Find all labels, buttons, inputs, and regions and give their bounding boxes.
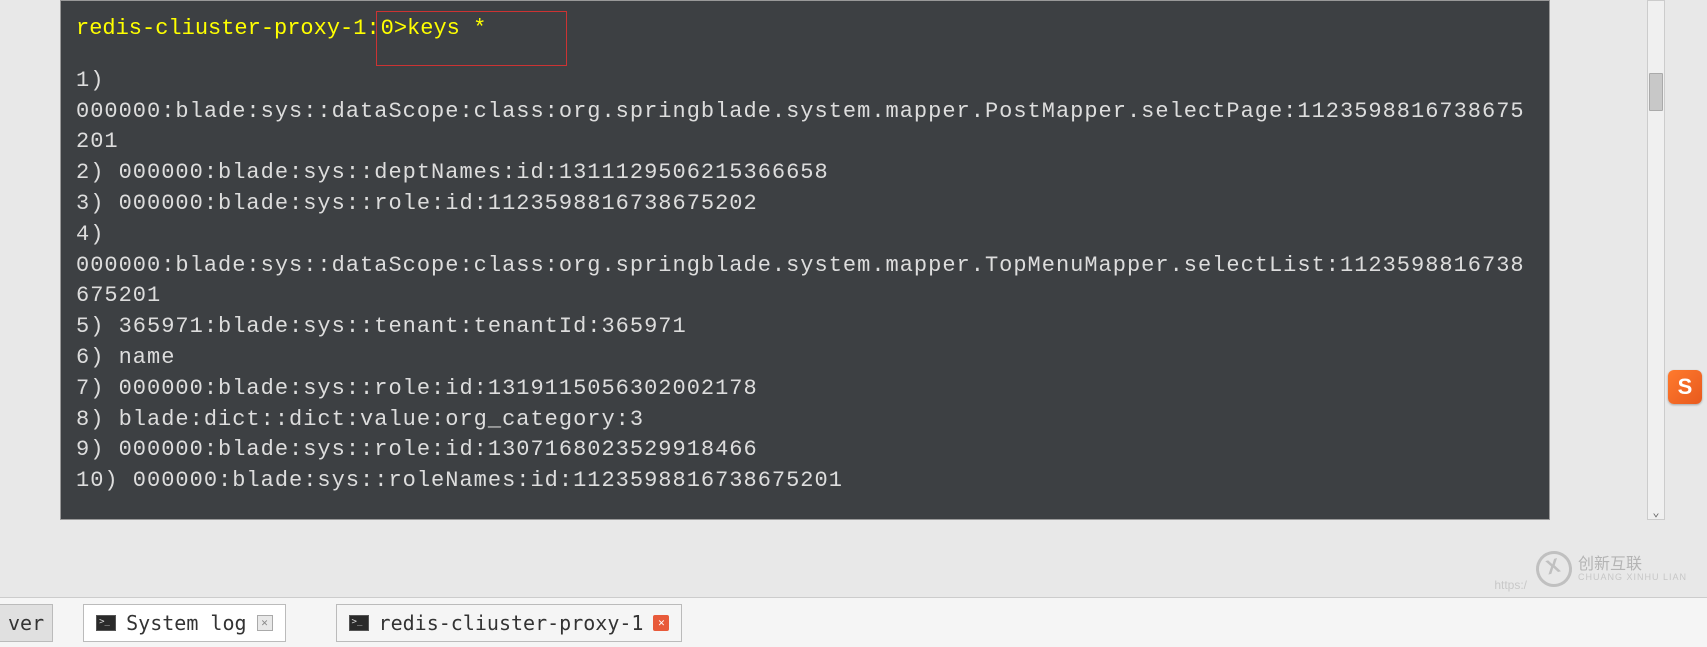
terminal-output-line: 000000:blade:sys::dataScope:class:org.sp… xyxy=(76,97,1534,159)
terminal-output-line: 8) blade:dict::dict:value:org_category:3 xyxy=(76,405,1534,436)
terminal-output-line: 5) 365971:blade:sys::tenant:tenantId:365… xyxy=(76,312,1534,343)
close-icon[interactable]: ✕ xyxy=(257,615,273,631)
terminal-output-line: 3) 000000:blade:sys::role:id:11235988167… xyxy=(76,189,1534,220)
terminal-output-line: 6) name xyxy=(76,343,1534,374)
terminal-output-line: 1) xyxy=(76,66,1534,97)
terminal-prompt-line: redis-cliuster-proxy-1:0>keys * xyxy=(76,11,1534,66)
terminal-output-line: 9) 000000:blade:sys::role:id:13071680235… xyxy=(76,435,1534,466)
terminal-output-line: 4) xyxy=(76,220,1534,251)
scrollbar-thumb[interactable] xyxy=(1649,73,1663,111)
brand-text: 创新互联 xyxy=(1578,557,1687,573)
brand-watermark: 创新互联 CHUANG XINHU LIAN xyxy=(1536,551,1687,587)
terminal-command: 0>keys * xyxy=(381,16,487,41)
tab-partial[interactable]: ver xyxy=(0,604,53,642)
tab-label: System log xyxy=(126,611,246,635)
scrollbar-track[interactable]: ⌄ xyxy=(1647,0,1665,520)
brand-logo-icon xyxy=(1532,547,1576,591)
terminal-output-line: 000000:blade:sys::dataScope:class:org.sp… xyxy=(76,251,1534,313)
scroll-down-icon[interactable]: ⌄ xyxy=(1650,505,1662,517)
tab-label: redis-cliuster-proxy-1 xyxy=(379,611,644,635)
tab-redis-proxy[interactable]: redis-cliuster-proxy-1 ✕ xyxy=(336,604,683,642)
url-watermark: https:/ xyxy=(1494,578,1527,592)
sogou-ime-icon[interactable]: S xyxy=(1668,370,1702,404)
tab-system-log[interactable]: System log ✕ xyxy=(83,604,285,642)
terminal-icon xyxy=(96,615,116,631)
terminal-icon xyxy=(349,615,369,631)
terminal-output-line: 10) 000000:blade:sys::roleNames:id:11235… xyxy=(76,466,1534,497)
brand-subtext: CHUANG XINHU LIAN xyxy=(1578,573,1687,582)
close-icon[interactable]: ✕ xyxy=(653,615,669,631)
terminal-output-line: 7) 000000:blade:sys::role:id:13191150563… xyxy=(76,374,1534,405)
terminal-window[interactable]: redis-cliuster-proxy-1:0>keys * 1) 00000… xyxy=(60,0,1550,520)
command-highlight-box: 0>keys * xyxy=(376,11,568,66)
terminal-prompt: redis-cliuster-proxy-1: xyxy=(76,16,380,41)
tab-label: ver xyxy=(8,611,44,635)
tabs-bar: ver System log ✕ redis-cliuster-proxy-1 … xyxy=(0,597,1707,647)
terminal-output-line: 2) 000000:blade:sys::deptNames:id:131112… xyxy=(76,158,1534,189)
